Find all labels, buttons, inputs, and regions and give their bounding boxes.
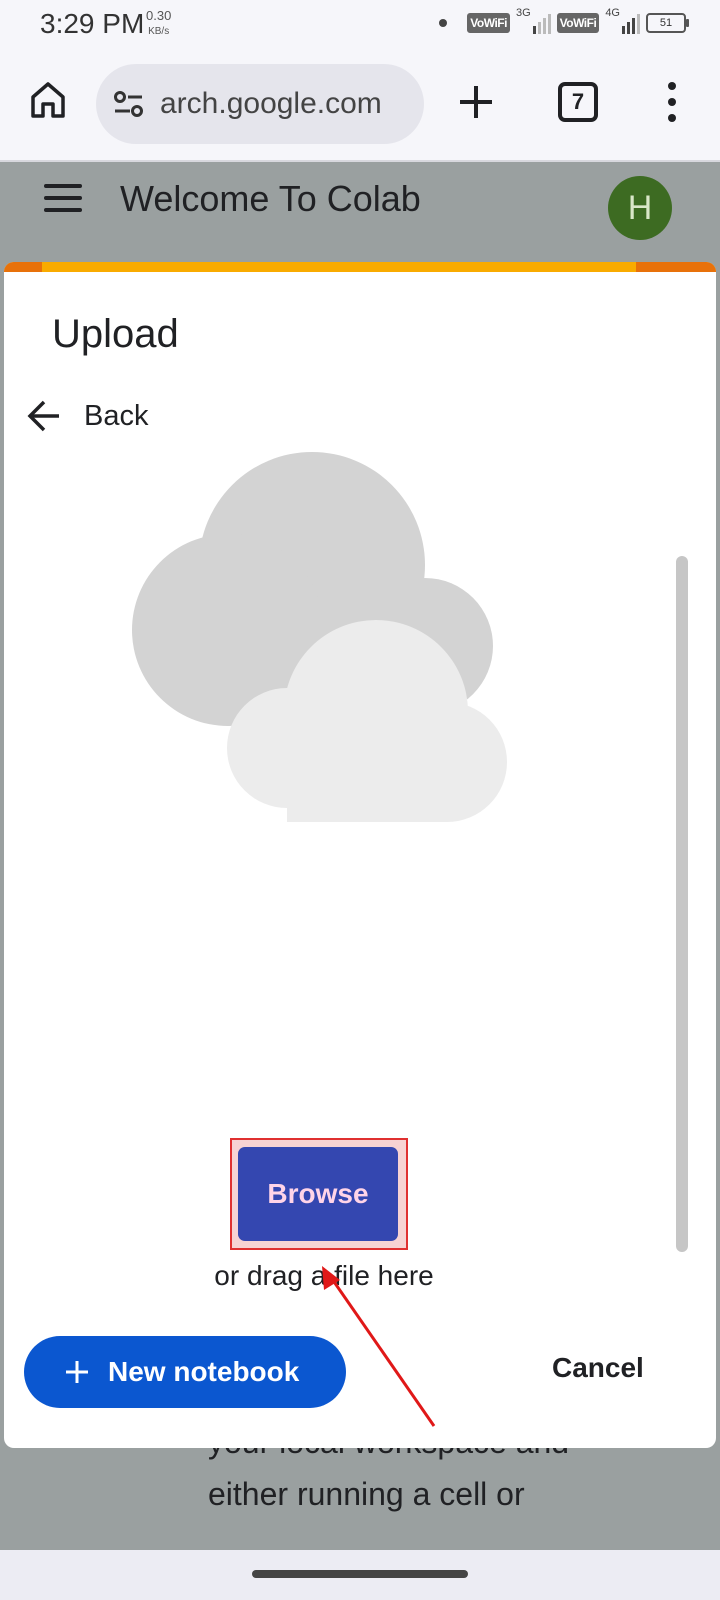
new-notebook-label: New notebook <box>108 1356 300 1387</box>
status-time: 3:29 PM <box>40 8 145 39</box>
browse-button[interactable]: Browse <box>238 1147 398 1241</box>
network-speed-unit: KB/s <box>148 26 170 37</box>
address-bar[interactable]: arch.google.com <box>96 64 424 144</box>
dialog-scrollbar[interactable] <box>676 556 688 1252</box>
home-icon[interactable] <box>28 80 68 120</box>
site-settings-icon[interactable] <box>112 87 146 121</box>
colab-header: Welcome To Colab H <box>0 162 720 262</box>
system-nav-bar <box>0 1550 720 1600</box>
home-gesture-handle[interactable] <box>252 1570 468 1578</box>
network-speed-value: 0.30 <box>146 8 172 23</box>
status-icons: VoWiFi 3G VoWiFi 4G 51 <box>439 7 689 34</box>
background-text-line: either running a cell or <box>208 1476 525 1512</box>
network-type-label: 3G <box>515 7 531 19</box>
new-notebook-button[interactable]: New notebook <box>24 1336 346 1408</box>
cancel-button[interactable]: Cancel <box>552 1352 644 1384</box>
vowifi-icon: VoWiFi <box>467 13 510 33</box>
notification-dot-icon <box>439 19 448 27</box>
browser-toolbar: arch.google.com 7 <box>0 52 720 162</box>
signal-strength-icon <box>622 12 640 34</box>
tab-switcher-button[interactable]: 7 <box>558 82 598 122</box>
plus-icon <box>66 1361 88 1383</box>
arrow-back-icon <box>27 400 59 432</box>
back-label: Back <box>84 399 149 432</box>
battery-icon: 51 <box>646 13 689 33</box>
signal-strength-icon <box>532 12 551 34</box>
drag-file-hint: or drag a file here <box>214 1260 434 1291</box>
back-button[interactable]: Back <box>26 398 148 434</box>
dialog-accent-bar <box>4 262 716 272</box>
network-type-label: 4G <box>605 7 620 19</box>
hamburger-menu-icon[interactable] <box>44 184 82 212</box>
status-bar: 3:29 PM 0.30 KB/s VoWiFi 3G VoWiFi 4G 51 <box>0 0 720 52</box>
url-text[interactable]: arch.google.com <box>160 87 382 121</box>
page-title: Welcome To Colab <box>120 178 421 219</box>
upload-dialog: Upload Back Browse or drag a file here N… <box>4 262 716 1448</box>
network-speed: 0.30 KB/s <box>146 8 171 40</box>
cloud-upload-illustration <box>132 452 507 822</box>
new-tab-icon[interactable] <box>456 82 496 122</box>
vowifi-icon: VoWiFi <box>556 13 600 33</box>
avatar[interactable]: H <box>608 176 672 240</box>
more-options-icon[interactable] <box>662 82 682 122</box>
dialog-title: Upload <box>52 312 179 356</box>
